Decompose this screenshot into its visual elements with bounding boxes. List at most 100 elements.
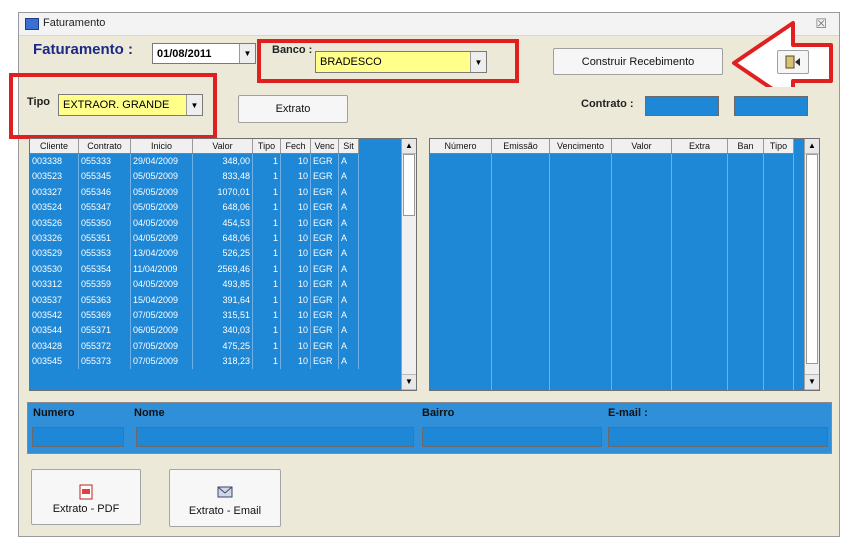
table-cell: 055371 [79,323,131,339]
table-cell: 003529 [30,246,79,262]
column-header[interactable]: Ban [728,139,764,153]
table-cell: 055354 [79,261,131,278]
table-row[interactable]: 003428 055372 07/05/2009 475,25 1 10 EGR A [30,338,359,355]
table-cell: A [339,246,359,262]
table-cell: EGR [311,215,339,231]
scroll-up-icon[interactable]: ▲ [402,139,416,154]
table-row[interactable]: 003545 055373 07/05/2009 318,23 1 10 EGR A [30,354,359,370]
column-header[interactable]: Contrato [79,139,131,153]
column-header[interactable]: Tipo [253,139,281,153]
table-cell: 07/05/2009 [131,307,193,324]
pdf-icon [79,484,93,500]
recebimentos-grid[interactable]: Número Emissão Vencimento Valor Extra Ban Tipo… [429,138,820,391]
table-cell: A [339,338,359,355]
table-row[interactable]: 003537 055363 15/04/2009 391,64 1 10 EGR A [30,292,359,308]
table-cell: 10 [281,292,311,308]
table-row[interactable]: 003523 055345 05/05/2009 833,48 1 10 EGR A [30,169,359,185]
table-row[interactable]: 003326 055351 04/05/2009 648,06 1 10 EGR A [30,230,359,247]
table-row[interactable]: 003529 055353 13/04/2009 526,25 1 10 EGR A [30,246,359,262]
detail-panel: Numero Nome Bairro E-mail : [27,402,832,454]
clientes-grid-scrollbar[interactable]: ▲ ▼ [401,139,416,390]
table-cell: 10 [281,277,311,293]
table-cell: 315,51 [193,307,253,324]
scroll-thumb[interactable] [806,154,818,364]
column-header[interactable]: Valor [193,139,253,153]
column-header[interactable]: Venc [311,139,339,153]
table-cell: 1 [253,154,281,170]
tipo-select[interactable]: EXTRAOR. GRANDE ▼ [58,94,203,116]
column-header[interactable]: Extra [672,139,728,153]
column-header[interactable]: Fech [281,139,311,153]
bairro-label: Bairro [422,407,455,419]
date-select[interactable]: 01/08/2011 ▼ [152,43,256,64]
table-row[interactable]: 003526 055350 04/05/2009 454,53 1 10 EGR A [30,215,359,231]
contrato-field-1[interactable] [645,96,719,116]
construir-recebimento-button[interactable]: Construir Recebimento [553,48,723,75]
chevron-down-icon[interactable]: ▼ [239,44,255,63]
table-cell: 10 [281,169,311,185]
contrato-field-2[interactable] [734,96,808,116]
table-row[interactable]: 003530 055354 11/04/2009 2569,46 1 10 EGR A [30,261,359,278]
table-cell: 13/04/2009 [131,246,193,262]
table-cell: 003545 [30,354,79,370]
extrato-email-button[interactable]: Extrato - Email [169,469,281,527]
table-cell: 1 [253,230,281,247]
clientes-grid[interactable]: Cliente Contrato Inicio Valor Tipo Fech Venc Si… [29,138,417,391]
exit-button[interactable] [777,50,809,74]
table-cell: 2569,46 [193,261,253,278]
table-cell: A [339,277,359,293]
column-header[interactable]: Cliente [30,139,79,153]
table-row[interactable]: 003312 055359 04/05/2009 493,85 1 10 EGR A [30,277,359,293]
table-cell: 318,23 [193,354,253,370]
column-header[interactable]: Vencimento [550,139,612,153]
table-cell: A [339,292,359,308]
date-value: 01/08/2011 [157,47,212,60]
table-cell: 055351 [79,230,131,247]
extrato-button[interactable]: Extrato [238,95,348,123]
table-cell: 10 [281,154,311,170]
table-row[interactable]: 003524 055347 05/05/2009 648,06 1 10 EGR A [30,200,359,216]
table-cell: 348,00 [193,154,253,170]
table-cell: A [339,215,359,231]
nome-field[interactable] [136,427,414,447]
scroll-up-icon[interactable]: ▲ [805,139,819,154]
recebimentos-grid-scrollbar[interactable]: ▲ ▼ [804,139,819,390]
table-cell: 1 [253,261,281,278]
scroll-down-icon[interactable]: ▼ [402,374,416,390]
table-cell: 055369 [79,307,131,324]
table-cell: A [339,261,359,278]
table-cell: 648,06 [193,230,253,247]
faturamento-window: Faturamento ☒ Faturamento : 01/08/2011 ▼… [9,12,840,537]
bairro-field[interactable] [422,427,602,447]
column-header[interactable]: Sit [339,139,359,153]
numero-field[interactable] [32,427,124,447]
email-field[interactable] [608,427,828,447]
column-header[interactable]: Número [430,139,492,153]
column-header[interactable]: Inicio [131,139,193,153]
table-row[interactable]: 003338 055333 29/04/2009 348,00 1 10 EGR A [30,154,359,170]
table-cell: 05/05/2009 [131,184,193,201]
scroll-down-icon[interactable]: ▼ [805,374,819,390]
scroll-thumb[interactable] [403,154,415,216]
column-header[interactable]: Emissão [492,139,550,153]
table-cell: 055347 [79,200,131,216]
table-row[interactable]: 003542 055369 07/05/2009 315,51 1 10 EGR A [30,307,359,324]
column-header[interactable]: Tipo [764,139,794,153]
table-row[interactable]: 003544 055371 06/05/2009 340,03 1 10 EGR A [30,323,359,339]
table-cell: 454,53 [193,215,253,231]
nome-label: Nome [134,407,165,419]
table-cell: 1 [253,277,281,293]
table-cell: EGR [311,323,339,339]
table-cell: 29/04/2009 [131,154,193,170]
extrato-pdf-button[interactable]: Extrato - PDF [31,469,141,525]
faturamento-label: Faturamento : [33,41,134,58]
table-cell: 648,06 [193,200,253,216]
table-cell: 526,25 [193,246,253,262]
table-cell: 003523 [30,169,79,185]
table-cell: 05/05/2009 [131,169,193,185]
table-row[interactable]: 003327 055346 05/05/2009 1070,01 1 10 EGR A [30,184,359,201]
table-cell: A [339,184,359,201]
chevron-down-icon[interactable]: ▼ [186,95,202,115]
column-header[interactable]: Valor [612,139,672,153]
column-divider [793,154,794,390]
